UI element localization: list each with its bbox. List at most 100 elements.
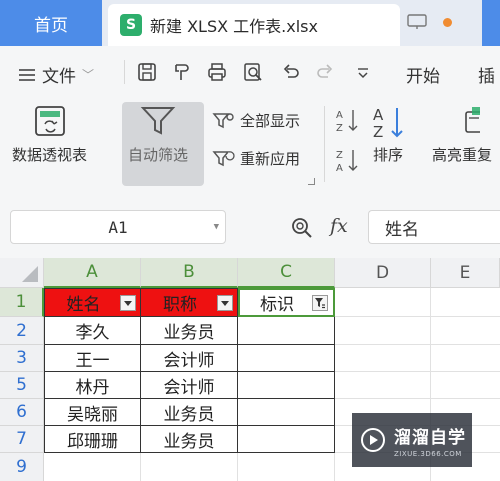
watermark: 溜溜自学 ZIXUE.3D66.COM	[352, 413, 472, 467]
new-tab-button[interactable]	[482, 0, 500, 46]
row-header[interactable]: 1	[0, 288, 44, 317]
empty-cell[interactable]	[431, 288, 500, 317]
table-cell[interactable]	[238, 345, 335, 372]
svg-text:Z: Z	[336, 150, 343, 161]
print-icon[interactable]	[206, 61, 228, 83]
table-cell[interactable]: 吴晓丽	[44, 399, 141, 426]
show-all-button[interactable]: 全部显示	[212, 110, 300, 131]
autofilter-label: 自动筛选	[128, 146, 189, 164]
header-cell-label: 姓名	[66, 295, 101, 315]
ribbon: 数据透视表 自动筛选 全部显示 重新应用 A Z Z A A Z 排序 高亮重复	[0, 98, 500, 190]
select-all-button[interactable]	[0, 258, 44, 288]
autofilter-button[interactable]: 自动筛选	[128, 104, 188, 165]
column-header-b[interactable]: B	[141, 258, 238, 288]
svg-text:A: A	[336, 110, 343, 121]
table-cell[interactable]: 业务员	[141, 317, 238, 345]
empty-cell[interactable]	[335, 372, 431, 399]
table-cell[interactable]	[238, 372, 335, 399]
divider	[324, 106, 325, 182]
empty-cell[interactable]	[335, 317, 431, 345]
filter-active-button[interactable]	[312, 295, 328, 311]
empty-cell[interactable]	[44, 453, 141, 481]
print-preview-icon[interactable]	[242, 61, 264, 83]
filter-dropdown-button[interactable]	[120, 295, 136, 311]
empty-cell[interactable]	[431, 372, 500, 399]
filter-dropdown-button[interactable]	[217, 295, 233, 311]
empty-cell[interactable]	[335, 288, 431, 317]
header-cell-tag[interactable]: 标识	[238, 288, 335, 317]
reapply-button[interactable]: 重新应用	[212, 148, 300, 169]
table-cell[interactable]: 林丹	[44, 372, 141, 399]
column-header-c[interactable]: C	[238, 258, 335, 288]
formula-input[interactable]: 姓名	[368, 210, 500, 244]
name-box[interactable]: A1 ▼	[10, 210, 226, 244]
pivot-table-icon	[34, 106, 65, 136]
table-cell[interactable]: 邱珊珊	[44, 426, 141, 453]
file-menu-label: 文件	[42, 67, 76, 87]
caret-down-icon	[221, 300, 229, 306]
file-menu[interactable]: 文件 ﹀	[18, 62, 94, 87]
show-all-label: 全部显示	[240, 112, 301, 130]
tab-start[interactable]: 开始	[406, 62, 440, 87]
table-cell[interactable]: 王一	[44, 345, 141, 372]
menu-bar: 文件 ﹀ 开始 插	[0, 46, 500, 98]
unsaved-dot-icon	[443, 18, 452, 27]
highlight-duplicates-button[interactable]: 高亮重复	[432, 104, 492, 165]
tab-document-title: 新建 XLSX 工作表.xlsx	[150, 17, 318, 36]
empty-cell[interactable]	[335, 345, 431, 372]
empty-cell[interactable]	[141, 453, 238, 481]
tab-insert[interactable]: 插	[478, 62, 495, 87]
table-cell[interactable]: 李久	[44, 317, 141, 345]
row-header[interactable]: 7	[0, 426, 44, 453]
table-cell[interactable]: 业务员	[141, 399, 238, 426]
column-header-a[interactable]: A	[44, 258, 141, 288]
row-header[interactable]: 6	[0, 399, 44, 426]
zoom-search-icon[interactable]	[290, 216, 314, 240]
empty-cell[interactable]	[238, 453, 335, 481]
chevron-down-icon: ﹀	[82, 68, 95, 82]
caret-down-icon[interactable]: ▼	[214, 222, 219, 232]
table-cell[interactable]	[238, 399, 335, 426]
pivot-table-button[interactable]: 数据透视表	[12, 104, 87, 165]
undo-icon[interactable]	[280, 61, 302, 83]
header-cell-name[interactable]: 姓名	[44, 288, 141, 317]
divider	[124, 60, 125, 84]
pivot-table-label: 数据透视表	[12, 146, 88, 164]
spreadsheet-icon: S	[120, 14, 142, 36]
header-cell-title[interactable]: 职称	[141, 288, 238, 317]
row-header[interactable]: 5	[0, 372, 44, 399]
redo-icon[interactable]	[314, 61, 336, 83]
formula-bar: A1 ▼ fx 姓名	[0, 190, 500, 258]
format-painter-icon[interactable]	[170, 61, 192, 83]
row-header[interactable]: 9	[0, 453, 44, 481]
save-icon[interactable]	[136, 61, 158, 83]
sort-descending-icon[interactable]: Z A	[334, 146, 360, 174]
empty-cell[interactable]	[431, 317, 500, 345]
row-header[interactable]: 2	[0, 317, 44, 345]
filter-icon	[140, 107, 176, 135]
sort-button[interactable]: A Z 排序	[370, 104, 406, 165]
table-cell[interactable]: 会计师	[141, 372, 238, 399]
tab-home[interactable]: 首页	[0, 0, 102, 46]
monitor-icon[interactable]	[407, 14, 427, 30]
play-logo-icon	[361, 428, 385, 452]
table-cell[interactable]	[238, 426, 335, 453]
row-header[interactable]: 3	[0, 345, 44, 372]
watermark-title: 溜溜自学	[394, 427, 466, 448]
watermark-text: 溜溜自学 ZIXUE.3D66.COM	[394, 423, 466, 458]
svg-text:A: A	[373, 106, 384, 124]
table-cell[interactable]: 业务员	[141, 426, 238, 453]
column-header-d[interactable]: D	[335, 258, 431, 288]
filter-clear-icon	[212, 112, 234, 128]
tab-document[interactable]: S 新建 XLSX 工作表.xlsx	[108, 4, 400, 46]
customize-toolbar-icon[interactable]	[352, 61, 374, 83]
highlight-duplicates-icon	[465, 107, 480, 133]
table-cell[interactable]: 会计师	[141, 345, 238, 372]
insert-function-button[interactable]: fx	[330, 215, 348, 237]
column-header-e[interactable]: E	[431, 258, 500, 288]
table-cell[interactable]	[238, 317, 335, 345]
empty-cell[interactable]	[431, 345, 500, 372]
dialog-launcher-icon[interactable]	[308, 178, 315, 185]
sort-ascending-icon[interactable]: A Z	[334, 106, 360, 134]
filter-active-icon	[315, 298, 325, 309]
